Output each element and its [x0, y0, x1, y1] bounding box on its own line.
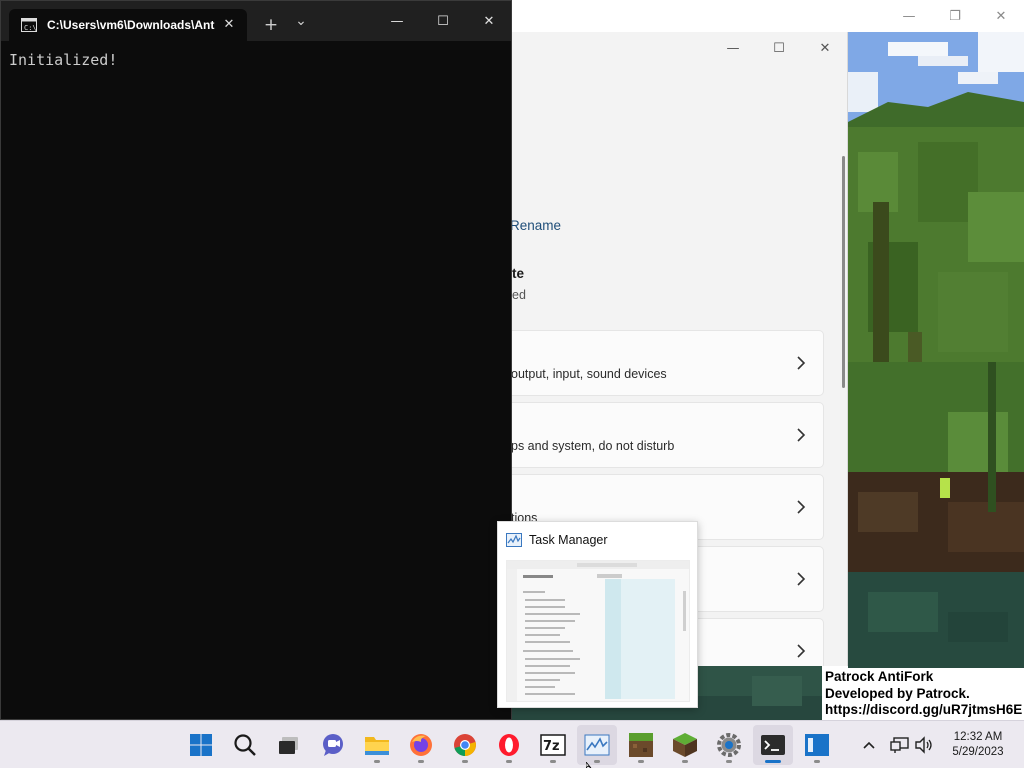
remote-desktop-button[interactable] [797, 725, 837, 765]
new-tab-button[interactable]: + [256, 9, 286, 41]
running-indicator [374, 760, 380, 763]
terminal-titlebar[interactable]: C:\ C:\Users\vm6\Downloads\Ant ✕ + ⌄ — ☐… [1, 1, 511, 41]
minecraft-button[interactable] [665, 725, 705, 765]
task-manager-icon [506, 533, 522, 547]
anticheat-overlay: Patrock AntiFork Developed by Patrock. h… [822, 668, 1024, 720]
minecraft-launcher-icon [629, 733, 653, 757]
svg-text:7z: 7z [543, 739, 560, 754]
running-indicator [594, 760, 600, 763]
running-indicator [462, 760, 468, 763]
terminal-tab-icon: C:\ [21, 18, 37, 32]
settings-card-desc: output, input, sound devices [512, 367, 667, 381]
volume-icon[interactable] [913, 734, 935, 756]
terminal-close-button[interactable]: ✕ [466, 5, 512, 37]
settings-close-button[interactable]: ✕ [802, 32, 847, 64]
chevron-right-icon [797, 644, 806, 658]
search-button[interactable] [225, 725, 265, 765]
overlay-title: Patrock AntiFork [825, 669, 934, 684]
settings-scrollbar[interactable] [842, 156, 845, 388]
chrome-icon [454, 734, 476, 756]
file-explorer-button[interactable] [357, 725, 397, 765]
minecraft-titlebar[interactable]: — ❐ ✕ [512, 0, 1024, 32]
opera-button[interactable] [489, 725, 529, 765]
minecraft-maximize-button[interactable]: ❐ [932, 0, 978, 32]
svg-text:C:\: C:\ [24, 24, 37, 32]
settings-button[interactable] [709, 725, 749, 765]
minecraft-launcher-button[interactable] [621, 725, 661, 765]
minecraft-icon [673, 733, 697, 757]
overlay-credit: Developed by Patrock. [825, 685, 970, 701]
start-button[interactable] [181, 725, 221, 765]
search-icon [234, 734, 256, 756]
teams-chat-button[interactable] [313, 725, 353, 765]
running-indicator [550, 760, 556, 763]
device-status-heading: te [512, 266, 525, 281]
tab-close-icon[interactable]: ✕ [221, 17, 237, 33]
task-manager-icon [584, 734, 610, 756]
tab-dropdown-button[interactable]: ⌄ [286, 5, 316, 37]
chevron-right-icon [797, 500, 806, 514]
clock-date: 5/29/2023 [952, 746, 1004, 758]
remote-desktop-icon [805, 734, 829, 756]
minecraft-jungle-scene[interactable] [848, 32, 1024, 668]
running-indicator [682, 760, 688, 763]
task-manager-preview-title: Task Manager [529, 533, 608, 547]
minecraft-close-button[interactable]: ✕ [978, 0, 1024, 32]
task-manager-thumbnail[interactable] [506, 560, 690, 702]
running-indicator [418, 760, 424, 763]
settings-card-desc: ps and system, do not disturb [512, 439, 675, 453]
chevron-right-icon [797, 428, 806, 442]
terminal-tab-title: C:\Users\vm6\Downloads\Ant [47, 18, 215, 32]
task-view-icon [279, 737, 298, 754]
device-status-subtext: ed [512, 288, 526, 302]
running-indicator [814, 760, 820, 763]
settings-card-notifications[interactable]: ps and system, do not disturb [512, 402, 824, 468]
firefox-button[interactable] [401, 725, 441, 765]
overlay-link: https://discord.gg/uR7jtmsH6E [825, 702, 1023, 717]
network-icon[interactable] [889, 734, 911, 756]
chevron-right-icon [797, 572, 806, 586]
settings-icon [717, 733, 741, 757]
terminal-window[interactable]: C:\ C:\Users\vm6\Downloads\Ant ✕ + ⌄ — ☐… [0, 0, 512, 720]
running-indicator [638, 760, 644, 763]
terminal-output[interactable]: Initialized! [9, 51, 117, 69]
running-indicator [726, 760, 732, 763]
chevron-right-icon [797, 356, 806, 370]
terminal-maximize-button[interactable]: ☐ [420, 5, 466, 37]
minecraft-minimize-button[interactable]: — [886, 0, 932, 32]
task-view-button[interactable] [269, 725, 309, 765]
system-clock[interactable]: 12:32 AM 5/29/2023 [946, 730, 1010, 760]
clock-time: 12:32 AM [953, 731, 1003, 743]
windows-start-icon [190, 734, 212, 756]
settings-minimize-button[interactable]: — [710, 32, 756, 64]
focused-indicator [765, 760, 781, 763]
7zip-icon: 7z [540, 734, 566, 756]
mouse-cursor-icon [586, 762, 592, 768]
terminal-minimize-button[interactable]: — [374, 5, 420, 37]
terminal-icon [761, 735, 785, 755]
opera-icon [499, 734, 519, 756]
terminal-button[interactable] [753, 725, 793, 765]
taskbar: 7z 12:32 AM 5/29/2023 [0, 720, 1024, 768]
file-explorer-icon [365, 737, 389, 755]
chrome-button[interactable] [445, 725, 485, 765]
rename-link[interactable]: Rename [512, 218, 561, 233]
task-manager-button[interactable] [577, 725, 617, 765]
firefox-icon [410, 734, 432, 756]
settings-maximize-button[interactable]: ☐ [756, 32, 802, 64]
task-manager-preview[interactable]: Task Manager [497, 521, 698, 708]
teams-chat-icon [323, 734, 343, 756]
running-indicator [506, 760, 512, 763]
7zip-button[interactable]: 7z [533, 725, 573, 765]
show-hidden-icons-chevron-icon[interactable] [858, 734, 880, 756]
terminal-tab[interactable]: C:\ C:\Users\vm6\Downloads\Ant ✕ [9, 9, 247, 41]
settings-card-sound[interactable]: output, input, sound devices [512, 330, 824, 396]
